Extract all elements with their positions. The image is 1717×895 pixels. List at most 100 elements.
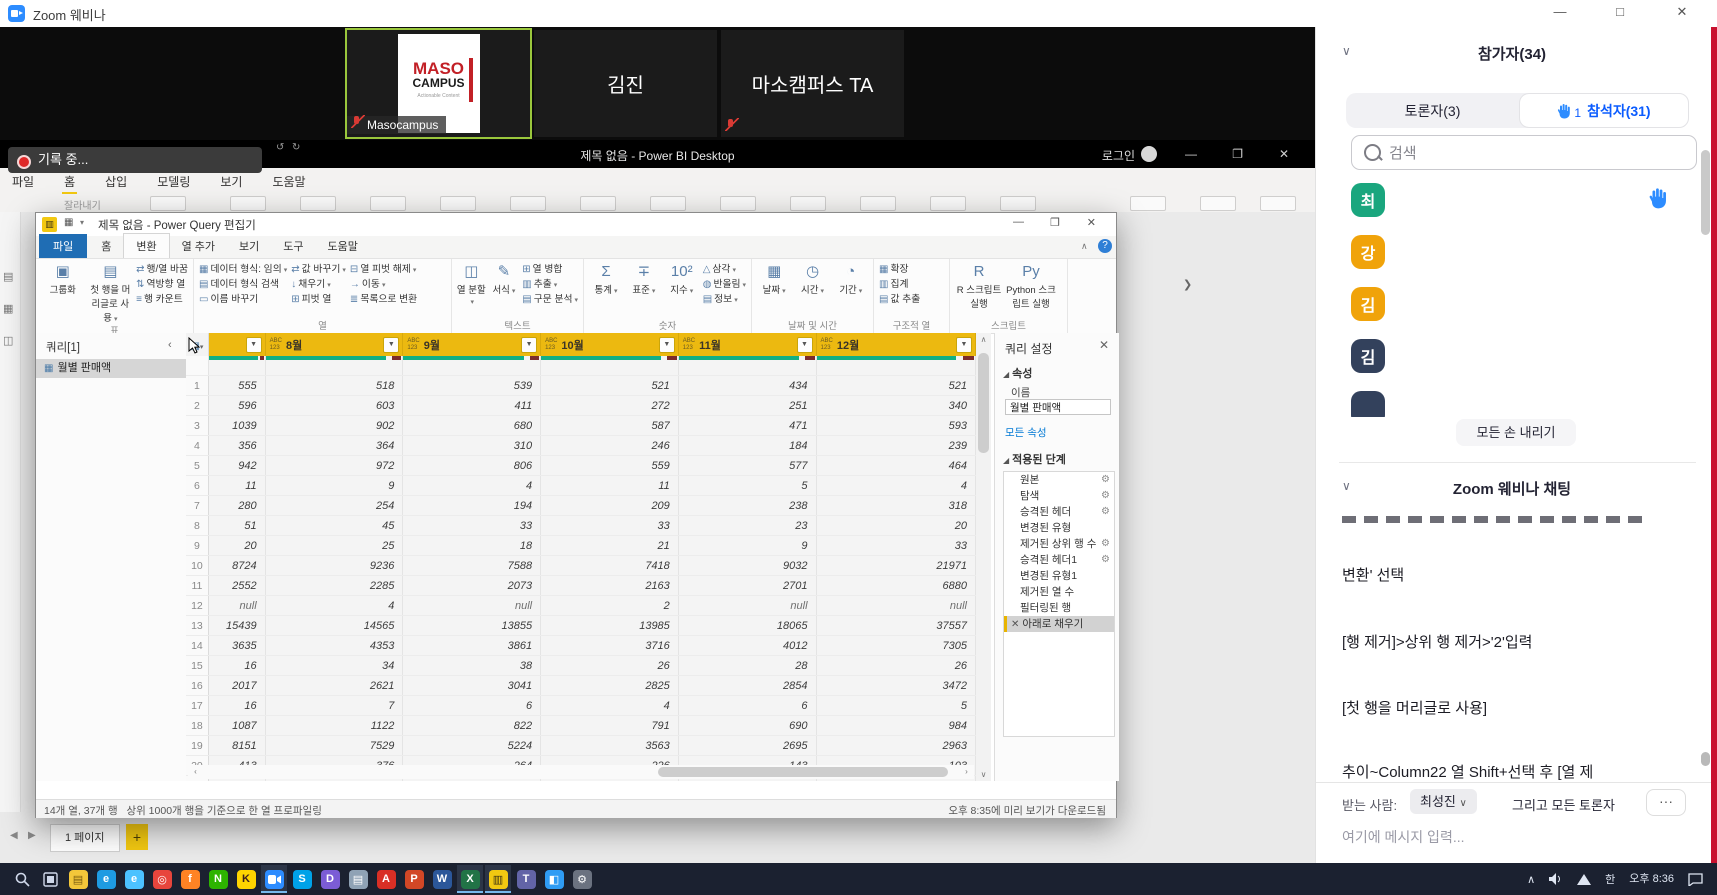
ribbon-collapse-icon[interactable]: ∧	[1081, 241, 1088, 252]
toolbar-icon[interactable]	[440, 196, 476, 211]
participant-search-input[interactable]: 검색	[1351, 135, 1697, 170]
row-number[interactable]: 17	[186, 696, 208, 716]
delete-step-icon[interactable]: ✕	[1011, 619, 1019, 630]
table-cell[interactable]: 4	[403, 476, 541, 496]
table-cell[interactable]: 3472	[816, 676, 975, 696]
table-cell[interactable]: 26	[541, 656, 679, 676]
taskbar-icon-kakao[interactable]: K	[233, 865, 259, 893]
table-cell[interactable]: 2621	[265, 676, 403, 696]
powerbi-restore-button[interactable]: ❐	[1232, 147, 1243, 161]
applied-step-제거된 열 수[interactable]: 제거된 열 수	[1004, 584, 1114, 600]
chat-input[interactable]: 여기에 메시지 입력...	[1342, 827, 1465, 847]
taskbar-icon-zoom-app[interactable]	[261, 865, 287, 893]
toolbar-icon[interactable]	[1260, 196, 1296, 211]
table-cell[interactable]: 21	[541, 536, 679, 556]
vertical-scrollbar[interactable]: ∧ ∨	[976, 333, 991, 781]
ribbon-button[interactable]: ▭이름 바꾸기	[199, 292, 287, 307]
network-icon[interactable]	[1577, 874, 1591, 885]
toolbar-icon[interactable]	[790, 196, 826, 211]
table-cell[interactable]: 2017	[208, 676, 265, 696]
table-cell[interactable]: 13855	[403, 616, 541, 636]
vertical-scroll-thumb[interactable]	[978, 353, 989, 453]
ribbon-button[interactable]: ▦데이터 형식: 임의▾	[199, 262, 287, 277]
table-cell[interactable]: 1122	[265, 716, 403, 736]
table-cell[interactable]: 902	[265, 416, 403, 436]
applied-steps-header[interactable]: ◢적용된 단계	[1003, 451, 1066, 467]
powerbi-close-button[interactable]: ✕	[1279, 147, 1289, 161]
table-cell[interactable]: 2695	[678, 736, 816, 756]
ribbon-button[interactable]: PyPython 스크립트 실행	[1005, 261, 1057, 311]
avatar[interactable]	[1141, 146, 1157, 162]
table-cell[interactable]: 28	[678, 656, 816, 676]
table-cell[interactable]: 521	[816, 376, 975, 396]
page-next-icon[interactable]: ▶	[28, 830, 36, 841]
applied-step-탐색[interactable]: 탐색⚙	[1004, 488, 1114, 504]
table-cell[interactable]: 6	[403, 696, 541, 716]
participant-row[interactable]: 김	[1316, 333, 1696, 385]
ribbon-button[interactable]: ◷시간▾	[793, 261, 831, 297]
table-cell[interactable]: 238	[678, 496, 816, 516]
chat-more-button[interactable]: ···	[1646, 789, 1686, 816]
table-cell[interactable]: 680	[403, 416, 541, 436]
table-cell[interactable]: 9	[678, 536, 816, 556]
table-cell[interactable]: 791	[541, 716, 679, 736]
table-cell[interactable]: 9236	[265, 556, 403, 576]
participant-row[interactable]: 강	[1316, 229, 1696, 281]
pq-tab-도움말[interactable]: 도움말	[316, 234, 370, 258]
table-cell[interactable]: 9032	[678, 556, 816, 576]
taskbar-icon-power-bi[interactable]: ▥	[485, 865, 511, 893]
toolbar-icon[interactable]	[370, 196, 406, 211]
table-cell[interactable]: 194	[403, 496, 541, 516]
table-cell[interactable]: 2073	[403, 576, 541, 596]
table-cell[interactable]: 2825	[541, 676, 679, 696]
ribbon-button[interactable]: ⊟열 피벗 해제▾	[350, 262, 417, 277]
toolbar-icon[interactable]	[720, 196, 756, 211]
table-cell[interactable]: 8724	[208, 556, 265, 576]
table-cell[interactable]: 13985	[541, 616, 679, 636]
table-cell[interactable]: 25	[265, 536, 403, 556]
table-cell[interactable]: 33	[816, 536, 975, 556]
pq-tab-변환[interactable]: 변환	[123, 233, 169, 258]
pbi-menu-도움말[interactable]: 도움말	[270, 170, 307, 193]
table-cell[interactable]: 690	[678, 716, 816, 736]
table-cell[interactable]: 539	[403, 376, 541, 396]
row-number[interactable]: 8	[186, 516, 208, 536]
table-cell[interactable]: 4	[541, 696, 679, 716]
lower-all-hands-button[interactable]: 모든 손 내리기	[1456, 419, 1576, 446]
table-cell[interactable]: 464	[816, 456, 975, 476]
table-cell[interactable]: 411	[403, 396, 541, 416]
applied-step-원본[interactable]: 원본⚙	[1004, 472, 1114, 488]
table-cell[interactable]: 9	[265, 476, 403, 496]
ribbon-button[interactable]: ▦확장	[879, 262, 920, 277]
taskbar-icon-acrobat[interactable]: A	[373, 865, 399, 893]
add-page-button[interactable]: +	[126, 824, 148, 850]
scroll-right-icon[interactable]: ›	[959, 767, 974, 776]
table-cell[interactable]: 806	[403, 456, 541, 476]
ribbon-button[interactable]: ↓채우기▾	[291, 277, 346, 292]
row-number[interactable]: 11	[186, 576, 208, 596]
applied-step-제거된 상위 행 수[interactable]: 제거된 상위 행 수⚙	[1004, 536, 1114, 552]
table-cell[interactable]: 51	[208, 516, 265, 536]
table-cell[interactable]: 6	[678, 696, 816, 716]
table-cell[interactable]: 8151	[208, 736, 265, 756]
table-cell[interactable]: 251	[678, 396, 816, 416]
filter-icon[interactable]: ▼	[383, 337, 399, 353]
table-cell[interactable]: 2701	[678, 576, 816, 596]
zoom-close-button[interactable]: ✕	[1675, 4, 1689, 20]
row-number[interactable]: 6	[186, 476, 208, 496]
powerbi-minimize-button[interactable]: —	[1185, 147, 1197, 161]
table-cell[interactable]: 11	[541, 476, 679, 496]
zoom-maximize-button[interactable]: □	[1613, 4, 1627, 19]
table-cell[interactable]: 434	[678, 376, 816, 396]
table-cell[interactable]: 3635	[208, 636, 265, 656]
tab-panelists[interactable]: 토론자(3)	[1346, 101, 1519, 121]
ribbon-button[interactable]: ∓표준▾	[625, 261, 663, 297]
table-cell[interactable]: null	[816, 596, 975, 616]
zoom-minimize-button[interactable]: —	[1553, 4, 1567, 19]
toolbar-icon[interactable]	[150, 196, 186, 211]
gear-icon[interactable]: ⚙	[1101, 536, 1110, 552]
table-cell[interactable]: 356	[208, 436, 265, 456]
pq-tab-보기[interactable]: 보기	[227, 234, 271, 258]
ribbon-button[interactable]: ▥추출▾	[522, 277, 578, 292]
properties-section-header[interactable]: ◢속성	[1003, 365, 1032, 381]
